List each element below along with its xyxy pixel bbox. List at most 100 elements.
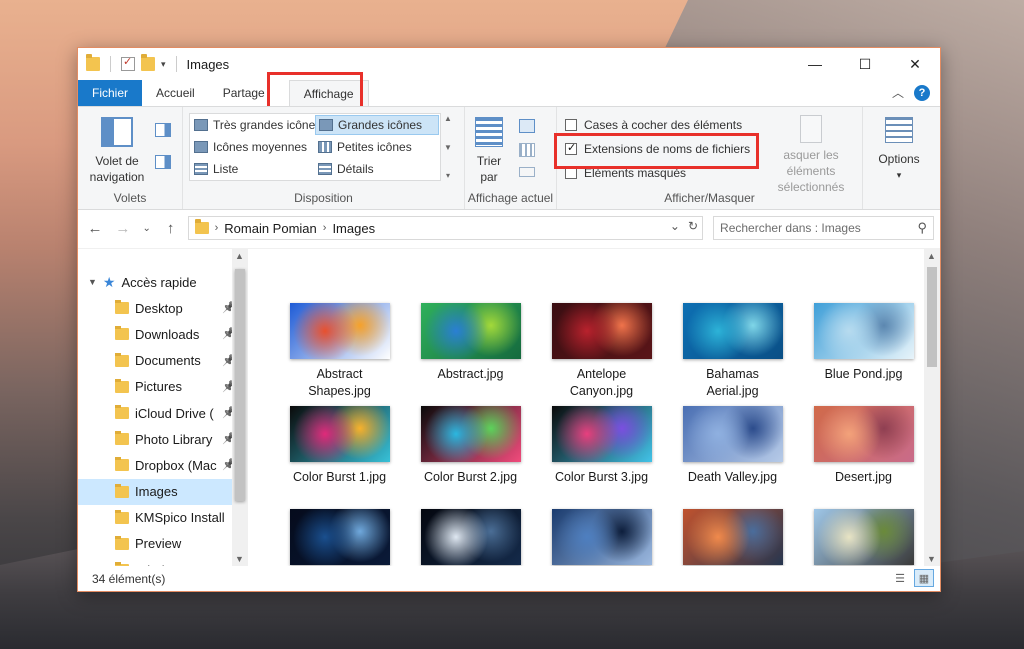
file-tile[interactable]: Bahamas Aerial.jpg — [667, 303, 798, 404]
file-view-scroll-thumb[interactable] — [927, 267, 937, 367]
nav-item-label: Desktop — [135, 300, 183, 316]
scroll-up-icon[interactable]: ▲ — [927, 251, 936, 261]
medium-icons-icon — [194, 141, 208, 153]
item-count: 34 élément(s) — [92, 572, 166, 586]
breadcrumb-user[interactable]: Romain Pomian — [224, 221, 317, 236]
file-tile[interactable]: Abstract.jpg — [405, 303, 536, 404]
file-tile[interactable]: Earth Horizon.jpg — [405, 509, 536, 566]
maximize-button[interactable]: ☐ — [840, 48, 890, 80]
add-columns-icon[interactable] — [519, 143, 535, 157]
nav-item[interactable]: Windows 10 — [78, 557, 248, 566]
details-pane-icon[interactable] — [155, 155, 171, 169]
group-volets: Volet de navigation Volets — [78, 107, 183, 209]
nav-item[interactable]: Images — [78, 478, 248, 505]
group-label-afficher-masquer: Afficher/Masquer — [664, 191, 755, 205]
layout-small-icons[interactable]: Petites icônes — [315, 137, 439, 157]
tab-accueil[interactable]: Accueil — [142, 80, 209, 106]
file-tile[interactable]: Color Burst 3.jpg — [536, 406, 667, 507]
file-view-scrollbar[interactable]: ▲ ▼ — [924, 249, 940, 566]
nav-item[interactable]: KMSpico Install — [78, 505, 248, 531]
chevron-right-icon[interactable]: › — [215, 222, 219, 234]
nav-item[interactable]: Preview — [78, 531, 248, 557]
chevron-up-icon[interactable]: ▲ — [444, 114, 452, 123]
file-tile[interactable]: Color Burst 1.jpg — [274, 406, 405, 507]
layout-details[interactable]: Détails — [315, 159, 439, 179]
file-tile[interactable]: Elephant.jpg — [798, 509, 929, 566]
file-tile[interactable]: El Capitan 2.jpg — [536, 509, 667, 566]
forward-button[interactable]: → — [112, 217, 134, 239]
layout-gallery-scroll[interactable]: ▲ ▼ ▾ — [442, 114, 454, 180]
file-tile[interactable]: Blue Pond.jpg — [798, 303, 929, 404]
file-tile[interactable]: Death Valley.jpg — [667, 406, 798, 507]
scroll-up-icon[interactable]: ▲ — [235, 251, 244, 261]
chevron-down-icon[interactable]: ▼ — [88, 277, 97, 287]
group-by-icon[interactable] — [519, 119, 535, 133]
checkbox[interactable] — [565, 119, 577, 131]
search-icon[interactable]: ⚲ — [917, 220, 927, 236]
layout-medium-icons[interactable]: Icônes moyennes — [191, 137, 315, 157]
file-thumbnail — [420, 406, 521, 462]
layout-extra-large-icons[interactable]: Très grandes icônes — [191, 115, 321, 135]
up-button[interactable]: ↑ — [160, 217, 182, 239]
close-button[interactable]: ✕ — [890, 48, 940, 80]
file-tile[interactable]: El Capitan.jpg — [667, 509, 798, 566]
nav-pane-scroll-thumb[interactable] — [235, 269, 245, 501]
folder-icon — [115, 300, 129, 315]
more-icon[interactable]: ▾ — [446, 171, 450, 180]
scroll-down-icon[interactable]: ▼ — [235, 554, 244, 564]
layout-large-icons[interactable]: Grandes icônes — [315, 115, 439, 135]
address-history-icon[interactable]: ⌄ — [670, 219, 680, 233]
folder-icon — [86, 54, 100, 71]
back-button[interactable]: ← — [84, 217, 106, 239]
nav-item[interactable]: Desktop 📌 — [78, 295, 248, 321]
explorer-window: ▾ Images — ☐ ✕ Fichier Accueil Partage A… — [77, 47, 941, 592]
properties-icon[interactable] — [121, 55, 135, 71]
file-name: Abstract Shapes.jpg — [280, 366, 400, 400]
tab-fichier[interactable]: Fichier — [78, 80, 143, 106]
address-bar[interactable]: › Romain Pomian › Images ⌄ ↻ — [187, 216, 704, 240]
customize-qat-icon[interactable]: ▾ — [161, 59, 166, 70]
size-columns-icon[interactable] — [519, 167, 535, 177]
minimize-button[interactable]: — — [790, 48, 840, 80]
file-name: Color Burst 3.jpg — [542, 469, 662, 486]
nav-item[interactable]: Pictures 📌 — [78, 374, 248, 400]
file-name: Death Valley.jpg — [673, 469, 793, 486]
layout-list[interactable]: Liste — [191, 159, 315, 179]
file-tile[interactable]: Abstract Shapes.jpg — [274, 303, 405, 404]
chevron-down-icon[interactable]: ▼ — [444, 143, 452, 152]
nav-item[interactable]: Dropbox (Mac 📌 — [78, 452, 248, 478]
nav-item-label: KMSpico Install — [135, 510, 225, 526]
file-tile[interactable]: Color Burst 2.jpg — [405, 406, 536, 507]
quick-access-item[interactable]: ▼ ★ Accès rapide — [78, 269, 248, 295]
layout-label: Petites icônes — [337, 140, 412, 154]
nav-item[interactable]: Photo Library 📌 — [78, 426, 248, 452]
large-icons-icon — [319, 119, 333, 131]
options-button[interactable]: Options ▾ — [873, 117, 925, 183]
file-tile[interactable]: Earth and — [274, 509, 405, 566]
layout-label: Détails — [337, 162, 374, 176]
nav-item[interactable]: Downloads 📌 — [78, 321, 248, 347]
new-folder-icon[interactable] — [141, 54, 155, 71]
sort-by-button[interactable]: Trier par — [475, 117, 503, 185]
nav-pane-scrollbar[interactable]: ▲ ▼ — [232, 249, 248, 566]
navigation-pane-button[interactable]: Volet de navigation — [86, 117, 148, 185]
nav-item[interactable]: iCloud Drive (📌 — [78, 400, 248, 426]
hide-selected-button[interactable]: asquer les éléments sélectionnés — [761, 115, 861, 195]
search-input[interactable]: Rechercher dans : Images ⚲ — [713, 216, 934, 240]
file-name: Color Burst 2.jpg — [411, 469, 531, 486]
breadcrumb-images[interactable]: Images — [332, 221, 375, 236]
file-tile[interactable]: Desert.jpg — [798, 406, 929, 507]
collapse-ribbon-icon[interactable]: ︿ — [892, 84, 904, 101]
nav-item[interactable]: Documents 📌 — [78, 348, 248, 374]
scroll-down-icon[interactable]: ▼ — [927, 554, 936, 564]
file-tile[interactable]: Antelope Canyon.jpg — [536, 303, 667, 404]
nav-item-label: Documents — [135, 353, 201, 369]
recent-locations-button[interactable]: ⌄ — [140, 217, 154, 239]
chevron-right-icon[interactable]: › — [323, 222, 327, 234]
details-view-button[interactable]: ☰ — [890, 569, 910, 587]
refresh-icon[interactable]: ↻ — [688, 219, 698, 233]
help-icon[interactable]: ? — [914, 84, 930, 101]
preview-pane-icon[interactable] — [155, 123, 171, 137]
large-icons-view-button[interactable]: ▦ — [914, 569, 934, 587]
separator — [110, 56, 111, 72]
